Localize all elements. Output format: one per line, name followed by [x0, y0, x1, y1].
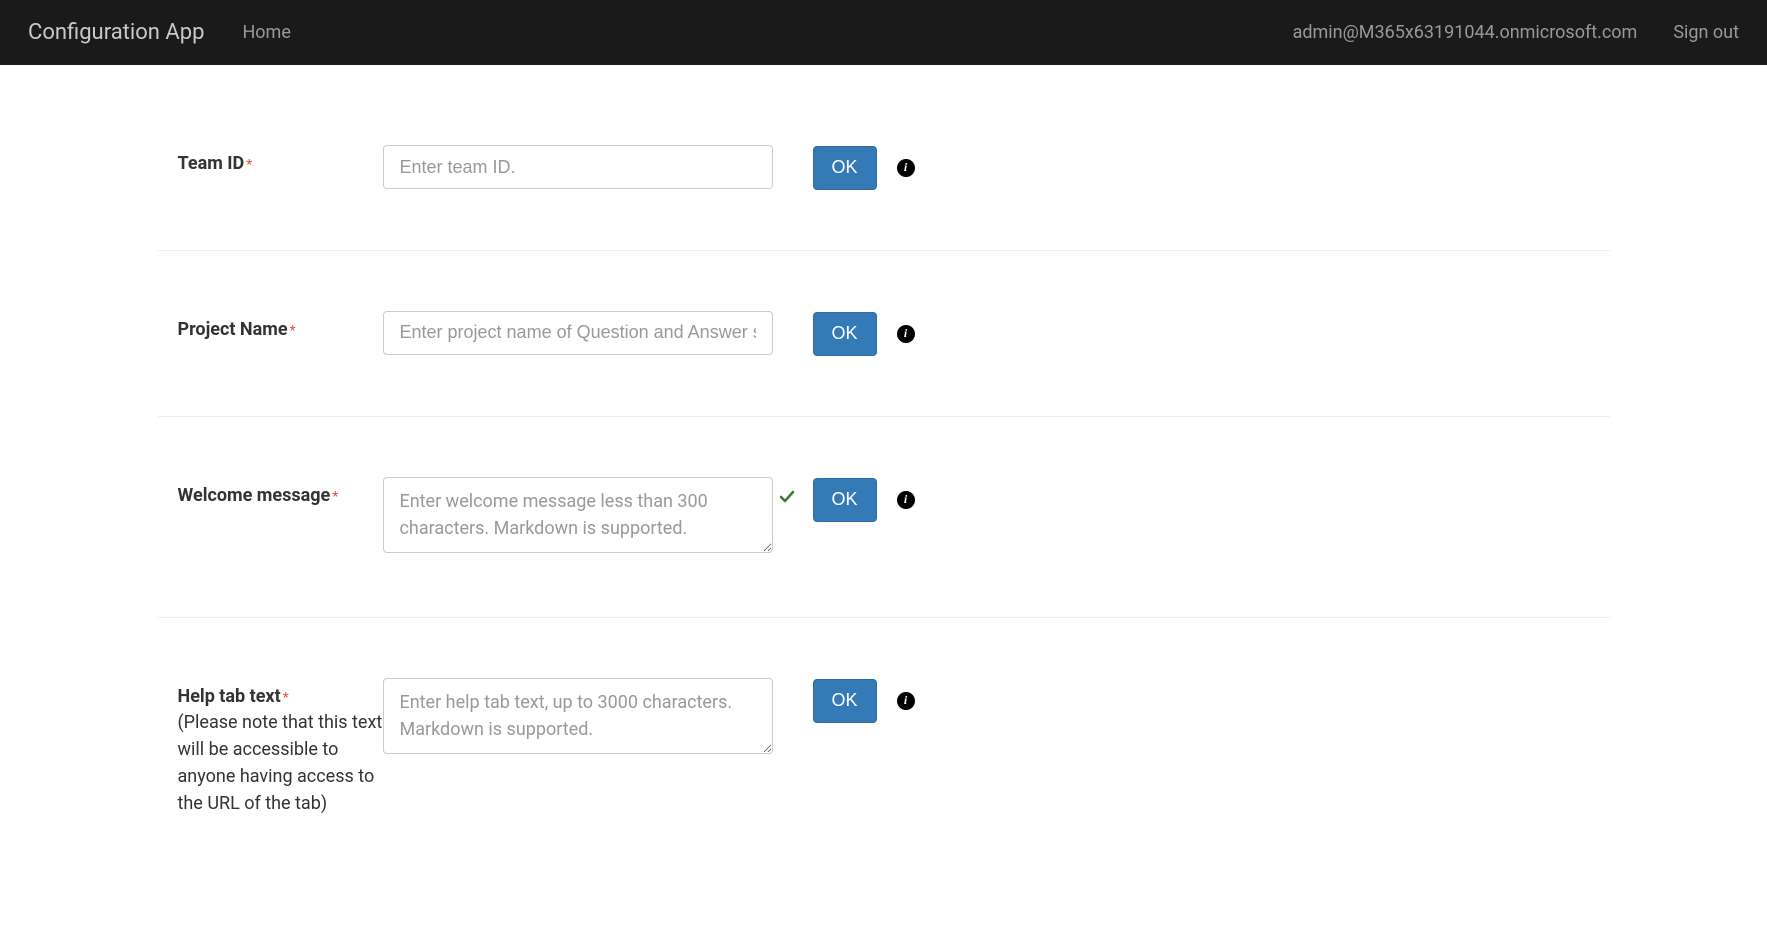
- input-col-team-id: [383, 145, 773, 189]
- team-id-label: Team ID: [178, 153, 245, 174]
- required-star: *: [283, 690, 289, 706]
- action-col-welcome: OK i: [813, 477, 915, 522]
- label-col-welcome: Welcome message*: [178, 477, 383, 506]
- input-col-project-name: [383, 311, 773, 355]
- label-col-help: Help tab text* (Please note that this te…: [178, 678, 383, 817]
- app-brand[interactable]: Configuration App: [28, 20, 204, 45]
- row-team-id: Team ID* OK i: [158, 65, 1610, 251]
- project-name-input[interactable]: [383, 311, 773, 355]
- project-name-ok-button[interactable]: OK: [813, 312, 877, 356]
- input-col-help: [383, 678, 773, 758]
- info-icon[interactable]: i: [897, 325, 915, 343]
- navbar-left: Configuration App Home: [28, 20, 291, 45]
- welcome-message-textarea[interactable]: [383, 477, 773, 553]
- required-star: *: [332, 489, 338, 505]
- info-icon[interactable]: i: [897, 491, 915, 509]
- row-help-tab: Help tab text* (Please note that this te…: [158, 618, 1610, 877]
- row-welcome-message: Welcome message* OK i: [158, 417, 1610, 618]
- label-col-team-id: Team ID*: [178, 145, 383, 174]
- help-tab-label: Help tab text: [178, 686, 281, 707]
- signout-link[interactable]: Sign out: [1673, 22, 1739, 43]
- action-col-help: OK i: [813, 678, 915, 723]
- user-email: admin@M365x63191044.onmicrosoft.com: [1293, 22, 1638, 43]
- top-navbar: Configuration App Home admin@M365x631910…: [0, 0, 1767, 65]
- navbar-right: admin@M365x63191044.onmicrosoft.com Sign…: [1293, 22, 1739, 43]
- info-icon[interactable]: i: [897, 692, 915, 710]
- welcome-message-label: Welcome message: [178, 485, 331, 506]
- help-tab-textarea[interactable]: [383, 678, 773, 754]
- required-star: *: [290, 323, 296, 339]
- info-icon[interactable]: i: [897, 159, 915, 177]
- required-star: *: [246, 157, 252, 173]
- project-name-label: Project Name: [178, 319, 288, 340]
- welcome-message-ok-button[interactable]: OK: [813, 478, 877, 522]
- help-tab-ok-button[interactable]: OK: [813, 679, 877, 723]
- nav-home-link[interactable]: Home: [242, 22, 290, 43]
- check-icon: [779, 489, 795, 509]
- main-container: Team ID* OK i Project Name* OK i Welcome…: [134, 65, 1634, 877]
- team-id-ok-button[interactable]: OK: [813, 146, 877, 190]
- action-col-project-name: OK i: [813, 311, 915, 356]
- help-tab-note: (Please note that this text will be acce…: [178, 709, 383, 817]
- input-col-welcome: [383, 477, 773, 557]
- team-id-input[interactable]: [383, 145, 773, 189]
- label-col-project-name: Project Name*: [178, 311, 383, 340]
- row-project-name: Project Name* OK i: [158, 251, 1610, 417]
- action-col-team-id: OK i: [813, 145, 915, 190]
